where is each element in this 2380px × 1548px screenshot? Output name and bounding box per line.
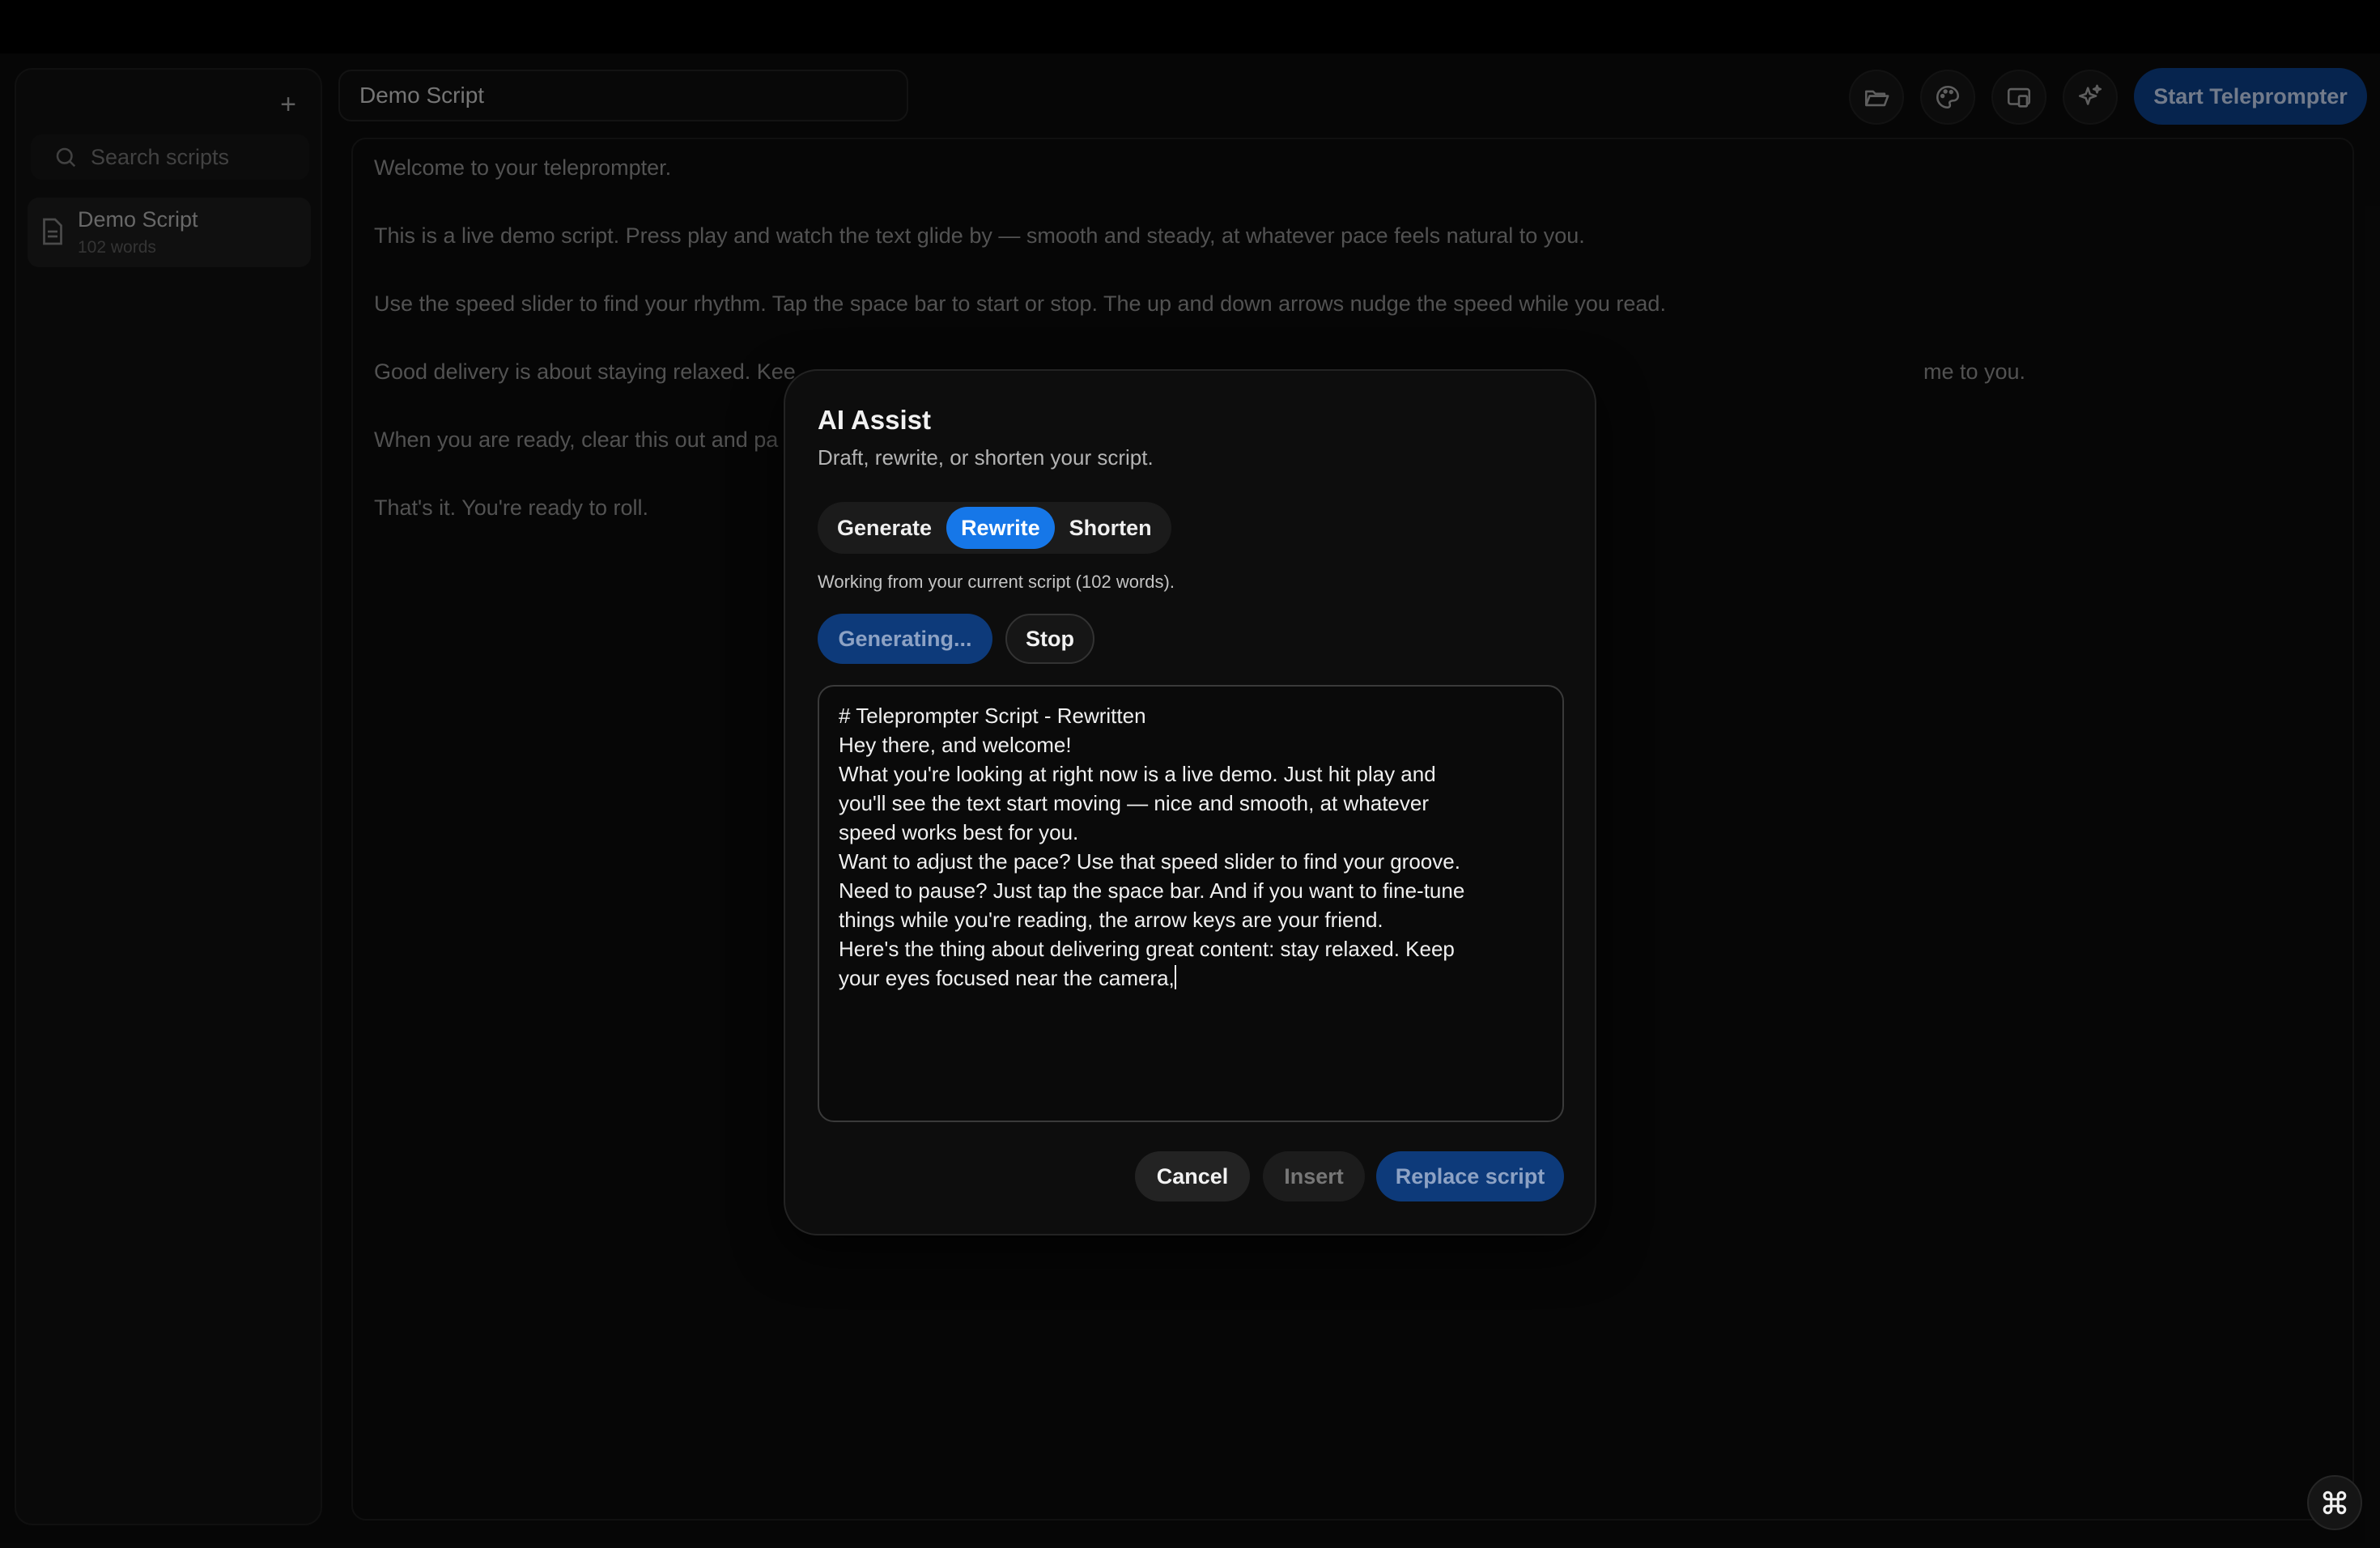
generating-button[interactable]: Generating...	[818, 614, 992, 664]
output-line: Need to pause? Just tap the space bar. A…	[839, 878, 1465, 903]
cancel-button[interactable]: Cancel	[1135, 1151, 1250, 1201]
command-key-icon	[2323, 1491, 2347, 1515]
output-line: things while you're reading, the arrow k…	[839, 908, 1383, 932]
mode-tabs: Generate Rewrite Shorten	[818, 502, 1171, 554]
dialog-title: AI Assist	[818, 405, 931, 435]
output-line: # Teleprompter Script - Rewritten	[839, 704, 1146, 728]
source-info: Working from your current script (102 wo…	[818, 572, 1175, 592]
text-caret	[1174, 965, 1176, 989]
output-line-last: your eyes focused near the camera,	[839, 963, 1543, 993]
output-textarea[interactable]: # Teleprompter Script - Rewritten Hey th…	[818, 685, 1564, 1122]
insert-button[interactable]: Insert	[1263, 1151, 1365, 1201]
output-line: you'll see the text start moving — nice …	[839, 791, 1429, 815]
tab-rewrite[interactable]: Rewrite	[946, 507, 1055, 549]
replace-script-button[interactable]: Replace script	[1376, 1151, 1564, 1201]
output-line: What you're looking at right now is a li…	[839, 762, 1436, 786]
output-line: Want to adjust the pace? Use that speed …	[839, 849, 1460, 874]
tab-shorten[interactable]: Shorten	[1055, 507, 1167, 549]
stop-button[interactable]: Stop	[1005, 614, 1094, 664]
dialog-subtitle: Draft, rewrite, or shorten your script.	[818, 445, 1154, 470]
output-line-text: your eyes focused near the camera,	[839, 966, 1175, 990]
output-line: Here's the thing about delivering great …	[839, 937, 1455, 961]
output-line: Hey there, and welcome!	[839, 733, 1072, 757]
ai-assist-dialog: AI Assist Draft, rewrite, or shorten you…	[784, 369, 1596, 1235]
shortcuts-button[interactable]	[2307, 1475, 2362, 1530]
tab-generate[interactable]: Generate	[822, 507, 946, 549]
output-line: speed works best for you.	[839, 820, 1079, 844]
